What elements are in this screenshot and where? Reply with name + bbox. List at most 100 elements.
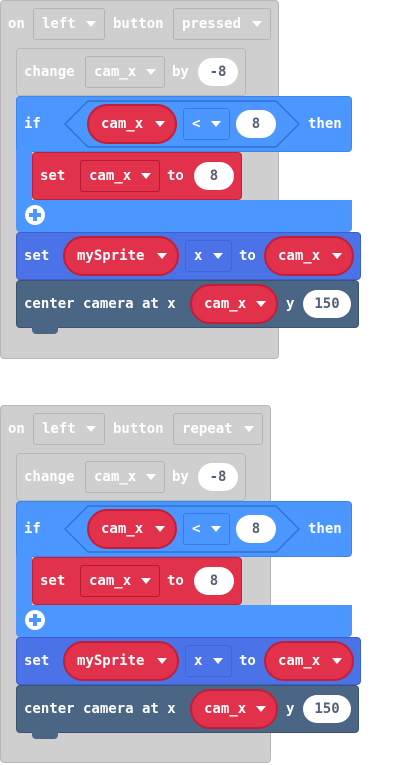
camera-y-input[interactable]: 150 — [303, 290, 351, 318]
camera-x-variable[interactable]: cam_x — [190, 284, 278, 324]
sprite-property-label: x — [194, 653, 203, 669]
set-to-label: to — [167, 573, 184, 589]
sprite-variable-label: mySprite — [77, 653, 145, 669]
button-key-dropdown[interactable]: left — [33, 8, 105, 40]
change-label: change — [24, 64, 75, 80]
sprite-value-label: cam_x — [278, 653, 321, 669]
chevron-down-icon — [213, 253, 223, 259]
chevron-down-icon — [256, 301, 266, 307]
sprite-variable-label: mySprite — [77, 248, 145, 264]
sprite-variable[interactable]: mySprite — [63, 641, 179, 681]
change-variable-label: cam_x — [94, 64, 137, 80]
chevron-down-icon — [252, 21, 262, 27]
change-amount-input[interactable]: -8 — [198, 58, 238, 86]
set-variable-dropdown[interactable]: cam_x — [80, 160, 160, 192]
camera-y-value: 150 — [314, 701, 340, 717]
change-variable-dropdown[interactable]: cam_x — [85, 56, 165, 88]
hat-on-label: on — [8, 16, 25, 32]
chevron-down-icon — [211, 121, 221, 127]
comparison-right-value: 8 — [251, 116, 261, 132]
chevron-down-icon — [332, 253, 342, 259]
comparison-left-label: cam_x — [101, 521, 144, 537]
sprite-property-dropdown[interactable]: x — [185, 240, 232, 272]
set-variable-label: cam_x — [89, 573, 132, 589]
if-block-arm — [16, 555, 32, 607]
change-amount-value: -8 — [209, 64, 227, 80]
comparison-operator-label: < — [192, 521, 201, 537]
comparison-operator-label: < — [192, 116, 201, 132]
center-camera-notch — [32, 326, 58, 334]
chevron-down-icon — [213, 658, 223, 664]
camera-y-label: y — [286, 296, 295, 312]
sprite-property-label: x — [194, 248, 203, 264]
comparison-left-label: cam_x — [101, 116, 144, 132]
set-sprite-label: set — [24, 653, 50, 669]
center-camera-label: center camera at x — [24, 701, 176, 717]
camera-x-label: cam_x — [204, 296, 247, 312]
comparison-operator-dropdown[interactable]: < — [183, 513, 230, 545]
sprite-value-variable[interactable]: cam_x — [264, 641, 354, 681]
hat-on-label: on — [8, 421, 25, 437]
chevron-down-icon — [141, 578, 151, 584]
set-sprite-to-label: to — [239, 248, 256, 264]
then-label: then — [308, 521, 342, 537]
button-event-label: repeat — [182, 421, 233, 437]
change-variable-dropdown[interactable]: cam_x — [85, 461, 165, 493]
if-label: if — [24, 521, 41, 537]
center-camera-notch — [32, 731, 58, 739]
sprite-property-dropdown[interactable]: x — [185, 645, 232, 677]
set-label: set — [40, 168, 66, 184]
change-by-label: by — [172, 469, 189, 485]
chevron-down-icon — [146, 474, 156, 480]
set-sprite-label: set — [24, 248, 50, 264]
set-to-label: to — [167, 168, 184, 184]
chevron-down-icon — [211, 526, 221, 532]
chevron-down-icon — [86, 21, 96, 27]
button-event-dropdown[interactable]: repeat — [173, 413, 263, 445]
sprite-value-variable[interactable]: cam_x — [264, 236, 354, 276]
chevron-down-icon — [141, 173, 151, 179]
hat-button-label: button — [113, 421, 164, 437]
button-event-dropdown[interactable]: pressed — [173, 8, 271, 40]
comparison-right-input[interactable]: 8 — [236, 515, 276, 543]
chevron-down-icon — [256, 706, 266, 712]
camera-y-input[interactable]: 150 — [303, 695, 351, 723]
camera-y-label: y — [286, 701, 295, 717]
set-variable-label: cam_x — [89, 168, 132, 184]
button-key-label: left — [42, 421, 76, 437]
comparison-left-variable[interactable]: cam_x — [87, 509, 177, 549]
if-block-bottom — [16, 605, 352, 637]
chevron-down-icon — [332, 658, 342, 664]
chevron-down-icon — [244, 426, 254, 432]
set-value-input[interactable]: 8 — [194, 162, 234, 190]
sprite-value-label: cam_x — [278, 248, 321, 264]
chevron-down-icon — [155, 526, 165, 532]
set-value: 8 — [209, 573, 219, 589]
button-key-label: left — [42, 16, 76, 32]
set-label: set — [40, 573, 66, 589]
comparison-right-input[interactable]: 8 — [236, 110, 276, 138]
sprite-variable[interactable]: mySprite — [63, 236, 179, 276]
chevron-down-icon — [157, 253, 167, 259]
set-value: 8 — [209, 168, 219, 184]
add-else-plus-icon[interactable] — [25, 205, 45, 225]
button-event-label: pressed — [182, 16, 242, 32]
chevron-down-icon — [146, 69, 156, 75]
center-camera-label: center camera at x — [24, 296, 176, 312]
comparison-operator-dropdown[interactable]: < — [183, 108, 230, 140]
camera-x-variable[interactable]: cam_x — [190, 689, 278, 729]
change-amount-input[interactable]: -8 — [198, 463, 238, 491]
button-key-dropdown[interactable]: left — [33, 413, 105, 445]
add-else-plus-icon[interactable] — [25, 610, 45, 630]
set-sprite-to-label: to — [239, 653, 256, 669]
set-variable-dropdown[interactable]: cam_x — [80, 565, 160, 597]
set-value-input[interactable]: 8 — [194, 567, 234, 595]
hat-button-label: button — [113, 16, 164, 32]
comparison-right-value: 8 — [251, 521, 261, 537]
change-amount-value: -8 — [209, 469, 227, 485]
change-label: change — [24, 469, 75, 485]
if-label: if — [24, 116, 41, 132]
change-variable-label: cam_x — [94, 469, 137, 485]
if-block-arm — [16, 150, 32, 202]
comparison-left-variable[interactable]: cam_x — [87, 104, 177, 144]
